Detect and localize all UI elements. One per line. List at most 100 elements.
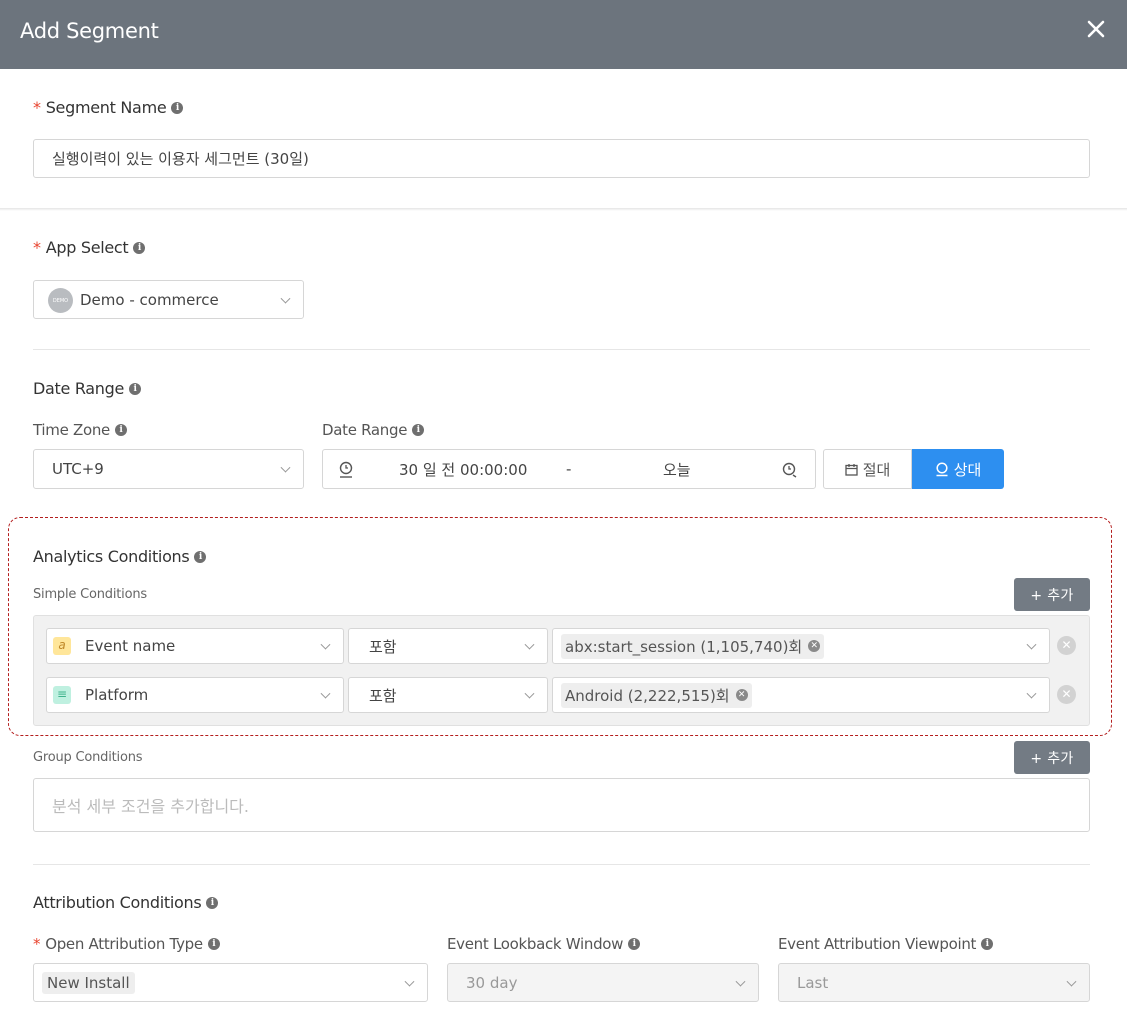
app-select-label: * App Select i — [33, 238, 146, 257]
open-attribution-type-label-text: Open Attribution Type — [45, 935, 203, 953]
chevron-down-icon — [320, 688, 331, 699]
date-range-separator: - — [566, 460, 572, 478]
chevron-down-icon — [320, 639, 331, 650]
condition-operator-value: 포함 — [369, 686, 397, 705]
attribution-viewpoint-value: Last — [797, 973, 829, 992]
open-attribution-type-select[interactable]: New Install — [33, 963, 428, 1002]
add-group-condition-button[interactable]: + 추가 — [1014, 741, 1090, 774]
info-icon: i — [981, 938, 994, 950]
open-attribution-type-value: New Install — [47, 973, 130, 992]
info-icon: i — [133, 241, 146, 254]
condition-value-tag: Android (2,222,515)회 ✕ — [561, 682, 752, 708]
segment-name-value: 실행이력이 있는 이용자 세그먼트 (30일) — [52, 150, 309, 168]
condition-operator-select[interactable]: 포함 — [348, 677, 548, 713]
add-simple-condition-button[interactable]: + 추가 — [1014, 578, 1090, 611]
section-separator — [0, 208, 1127, 211]
info-icon: i — [206, 896, 219, 909]
relative-date-label: 상대 — [953, 460, 982, 479]
required-mark: * — [33, 238, 41, 257]
attribution-viewpoint-label: Event Attribution Viewpoint i — [778, 935, 994, 953]
lookback-window-label: Event Lookback Window i — [447, 935, 641, 953]
info-icon: i — [194, 550, 207, 563]
remove-condition-icon[interactable]: ✕ — [1057, 636, 1076, 655]
chevron-down-icon — [1026, 688, 1037, 699]
modal-title: Add Segment — [20, 19, 159, 43]
required-mark: * — [33, 935, 41, 953]
lookback-window-label-text: Event Lookback Window — [447, 935, 624, 953]
remove-tag-icon[interactable]: ✕ — [735, 689, 748, 701]
segment-name-input[interactable]: 실행이력이 있는 이용자 세그먼트 (30일) — [33, 139, 1090, 178]
group-conditions-placeholder: 분석 세부 조건을 추가합니다. — [52, 797, 249, 816]
platform-list-icon: ≡ — [53, 686, 71, 704]
time-zone-label-text: Time Zone — [33, 421, 110, 439]
date-range-start: 30 일 전 00:00:00 — [399, 460, 528, 479]
segment-name-label: * Segment Name i — [33, 98, 184, 117]
app-avatar: DEMO — [48, 288, 73, 313]
condition-value-tag-text: abx:start_session (1,105,740)회 — [565, 637, 803, 656]
info-icon: i — [207, 938, 220, 950]
group-conditions-input[interactable]: 분석 세부 조건을 추가합니다. — [33, 778, 1090, 832]
chevron-down-icon — [524, 639, 535, 650]
clock-icon — [782, 462, 797, 478]
condition-operator-select[interactable]: 포함 — [348, 628, 548, 664]
app-select-value: Demo - commerce — [80, 290, 219, 309]
condition-value-select[interactable]: Android (2,222,515)회 ✕ — [552, 677, 1050, 713]
app-avatar-text: DEMO — [52, 297, 69, 304]
condition-value-select[interactable]: abx:start_session (1,105,740)회 ✕ — [552, 628, 1050, 664]
app-select-dropdown[interactable]: DEMO Demo - commerce — [33, 280, 304, 319]
time-zone-label: Time Zone i — [33, 421, 127, 439]
time-zone-value: UTC+9 — [52, 460, 104, 478]
relative-date-button[interactable]: 상대 — [912, 449, 1004, 489]
attribution-viewpoint-select[interactable]: Last — [778, 963, 1090, 1002]
chevron-down-icon — [524, 688, 535, 699]
date-range-section-text: Date Range — [33, 379, 125, 398]
date-range-section-label: Date Range i — [33, 379, 142, 398]
segment-name-label-text: Segment Name — [45, 98, 167, 117]
app-select-label-text: App Select — [45, 238, 129, 257]
info-icon: i — [114, 424, 127, 436]
condition-field-select[interactable]: ≡ Platform — [46, 677, 344, 713]
info-icon: i — [129, 382, 142, 395]
attribution-conditions-title: Attribution Conditions i — [33, 893, 219, 912]
chevron-down-icon — [1026, 639, 1037, 650]
condition-field-value: Platform — [85, 686, 149, 704]
remove-condition-icon[interactable]: ✕ — [1057, 685, 1076, 704]
condition-operator-value: 포함 — [369, 637, 397, 656]
condition-value-tag-text: Android (2,222,515)회 — [565, 686, 730, 705]
date-range-label-text: Date Range — [322, 421, 408, 439]
chevron-down-icon — [1066, 976, 1077, 987]
clock-icon — [936, 461, 948, 476]
date-range-label: Date Range i — [322, 421, 425, 439]
absolute-date-label: 절대 — [862, 460, 891, 479]
chevron-down-icon — [735, 976, 746, 987]
lookback-window-value: 30 day — [466, 973, 518, 992]
event-name-icon: a — [53, 637, 71, 655]
open-attribution-type-label: * Open Attribution Type i — [33, 935, 220, 953]
analytics-conditions-title-text: Analytics Conditions — [33, 547, 190, 566]
clock-icon — [339, 461, 353, 478]
lookback-window-select[interactable]: 30 day — [447, 963, 759, 1002]
attribution-conditions-title-text: Attribution Conditions — [33, 893, 202, 912]
condition-field-value: Event name — [85, 637, 176, 655]
remove-tag-icon[interactable]: ✕ — [808, 640, 821, 652]
chevron-down-icon — [404, 976, 415, 987]
required-mark: * — [33, 98, 41, 117]
condition-value-tag: abx:start_session (1,105,740)회 ✕ — [561, 633, 825, 659]
close-icon[interactable] — [1085, 18, 1107, 40]
simple-conditions-label: Simple Conditions — [33, 587, 147, 602]
modal-header: Add Segment — [0, 0, 1127, 69]
absolute-date-button[interactable]: 절대 — [823, 449, 912, 489]
group-conditions-label: Group Conditions — [33, 750, 143, 765]
divider — [33, 864, 1090, 865]
time-zone-select[interactable]: UTC+9 — [33, 449, 304, 489]
info-icon: i — [628, 938, 641, 950]
date-range-end: 오늘 — [663, 460, 691, 479]
divider — [33, 349, 1090, 350]
analytics-conditions-title: Analytics Conditions i — [33, 547, 207, 566]
date-range-picker[interactable]: 30 일 전 00:00:00 - 오늘 — [322, 449, 816, 489]
calendar-icon — [845, 463, 858, 476]
chevron-down-icon — [280, 462, 291, 473]
info-icon: i — [412, 424, 425, 436]
attribution-viewpoint-label-text: Event Attribution Viewpoint — [778, 935, 977, 953]
condition-field-select[interactable]: a Event name — [46, 628, 344, 664]
